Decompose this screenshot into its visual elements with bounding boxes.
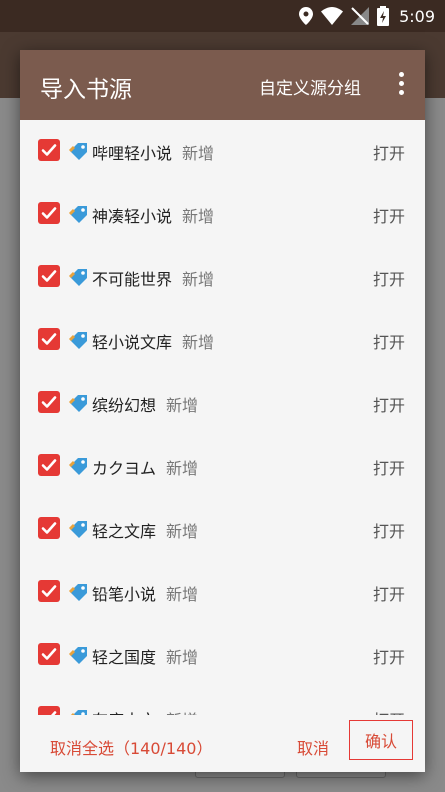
status-bar: 5:09 <box>0 0 445 32</box>
source-state: 新增 <box>166 648 199 667</box>
location-icon <box>299 7 314 25</box>
list-item[interactable]: 不可能世界 新增 打开 <box>20 246 425 309</box>
source-name: 不可能世界 <box>92 270 173 289</box>
source-list[interactable]: 哔哩轻小说 新增 打开 神凑轻小说 新增 打开 不可能世界 新增 打开 轻小说文库 新增 打开 缤纷幻想… <box>20 120 425 715</box>
list-item[interactable]: 哔哩轻小说 新增 打开 <box>20 120 425 183</box>
checkbox-checked-icon[interactable] <box>38 265 60 287</box>
source-state: 新增 <box>166 585 199 604</box>
source-state: 新增 <box>166 396 199 415</box>
source-name-line: 有度中文新增 <box>92 707 198 715</box>
tag-icon <box>68 332 87 349</box>
source-name: 哔哩轻小说 <box>92 144 173 163</box>
source-name-line: 轻之文库 新增 <box>92 518 198 542</box>
list-item[interactable]: 铅笔小说 新增 打开 <box>20 561 425 624</box>
checkbox-checked-icon[interactable] <box>38 643 60 665</box>
dialog-header: 导入书源 自定义源分组 <box>20 50 425 120</box>
source-state: 新增 <box>166 522 199 541</box>
source-name: 神凑轻小说 <box>92 207 173 226</box>
checkbox-checked-icon[interactable] <box>38 580 60 602</box>
status-time: 5:09 <box>399 6 435 26</box>
tag-icon <box>68 521 87 538</box>
source-name: 铅笔小说 <box>92 585 157 604</box>
no-signal-icon <box>351 7 370 25</box>
checkbox-checked-icon[interactable] <box>38 202 60 224</box>
cancel-button[interactable]: 取消 <box>297 735 329 759</box>
list-item[interactable]: カクヨム 新增 打开 <box>20 435 425 498</box>
open-button[interactable]: 打开 <box>373 581 405 605</box>
dialog-title: 导入书源 <box>40 77 132 103</box>
source-name-line: 铅笔小说 新增 <box>92 581 198 605</box>
source-name: カクヨム <box>92 459 157 478</box>
source-name: 轻之文库 <box>92 522 157 541</box>
checkbox-checked-icon[interactable] <box>38 706 60 715</box>
checkbox-checked-icon[interactable] <box>38 139 60 161</box>
source-name: 缤纷幻想 <box>92 396 157 415</box>
source-name-line: 轻之国度 新增 <box>92 644 198 668</box>
tag-icon <box>68 143 87 160</box>
tag-icon <box>68 395 87 412</box>
confirm-label: 确认 <box>364 732 397 751</box>
list-item[interactable]: 轻小说文库 新增 打开 <box>20 309 425 372</box>
source-state: 新增 <box>182 144 215 163</box>
battery-charging-icon <box>377 6 390 26</box>
open-button[interactable]: 打开 <box>373 644 405 668</box>
source-state: 新增 <box>166 459 199 478</box>
open-button[interactable]: 打开 <box>373 140 405 164</box>
checkbox-checked-icon[interactable] <box>38 328 60 350</box>
open-button[interactable]: 打开 <box>373 329 405 353</box>
open-button[interactable]: 打开 <box>373 455 405 479</box>
list-item[interactable]: 轻之文库 新增 打开 <box>20 498 425 561</box>
wifi-icon <box>321 7 344 25</box>
dialog-footer: 取消全选（140/140） 取消 确认 <box>20 715 425 772</box>
import-source-dialog: 导入书源 自定义源分组 哔哩轻小说 新增 打开 神凑轻小说 新增 打开 不可能世界 新增 打开轻… <box>20 50 425 772</box>
source-name-line: 缤纷幻想 新增 <box>92 392 198 416</box>
tag-icon <box>68 584 87 601</box>
open-button[interactable]: 打开 <box>373 266 405 290</box>
checkbox-checked-icon[interactable] <box>38 454 60 476</box>
status-icons: 5:09 <box>299 6 435 26</box>
open-button[interactable]: 打开 <box>373 203 405 227</box>
tag-icon <box>68 206 87 223</box>
source-state: 新增 <box>182 333 215 352</box>
checkbox-checked-icon[interactable] <box>38 517 60 539</box>
open-button[interactable]: 打开 <box>373 707 405 715</box>
list-item[interactable]: 缤纷幻想 新增 打开 <box>20 372 425 435</box>
custom-group-button[interactable]: 自定义源分组 <box>259 74 361 99</box>
source-name-line: 神凑轻小说 新增 <box>92 203 214 227</box>
source-state: 新增 <box>182 207 215 226</box>
open-button[interactable]: 打开 <box>373 392 405 416</box>
source-name-line: 轻小说文库 新增 <box>92 329 214 353</box>
source-name-line: カクヨム 新增 <box>92 455 198 479</box>
tag-icon <box>68 458 87 475</box>
tag-icon <box>68 269 87 286</box>
source-state: 新增 <box>182 270 215 289</box>
checkbox-checked-icon[interactable] <box>38 391 60 413</box>
source-name: 轻小说文库 <box>92 333 173 352</box>
source-name: 轻之国度 <box>92 648 157 667</box>
source-name-line: 不可能世界 新增 <box>92 266 214 290</box>
open-button[interactable]: 打开 <box>373 518 405 542</box>
list-item[interactable]: 轻之国度 新增 打开 <box>20 624 425 687</box>
tag-icon <box>68 647 87 664</box>
deselect-all-button[interactable]: 取消全选（140/140） <box>50 735 212 759</box>
more-vertical-icon[interactable] <box>397 72 405 98</box>
source-name-line: 哔哩轻小说 新增 <box>92 140 214 164</box>
list-item[interactable]: 神凑轻小说 新增 打开 <box>20 183 425 246</box>
list-item[interactable]: 有度中文新增 打开 <box>20 687 425 715</box>
confirm-button[interactable]: 确认 <box>349 720 413 760</box>
tag-icon <box>70 710 87 715</box>
